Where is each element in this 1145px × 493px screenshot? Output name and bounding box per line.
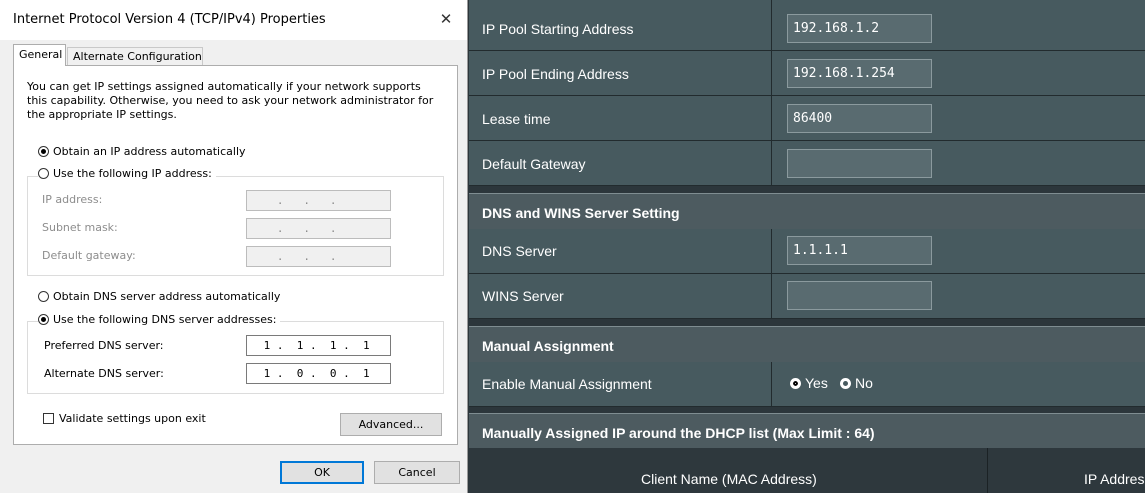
ipv4-properties-dialog: Internet Protocol Version 4 (TCP/IPv4) P… xyxy=(0,0,468,493)
subnet-mask-label: Subnet mask: xyxy=(42,221,118,234)
row-divider xyxy=(771,51,772,95)
manual-list-section-header: Manually Assigned IP around the DHCP lis… xyxy=(469,413,1145,452)
row-label: WINS Server xyxy=(482,288,564,304)
radio-use-following-dns[interactable]: Use the following DNS server addresses: xyxy=(38,313,281,327)
radio-label: Use the following DNS server addresses: xyxy=(53,313,277,326)
radio-use-following-ip[interactable]: Use the following IP address: xyxy=(38,167,216,181)
ip-address-input[interactable]: . . . xyxy=(246,190,391,211)
preferred-dns-label: Preferred DNS server: xyxy=(44,339,164,352)
radio-label: Yes xyxy=(805,375,828,391)
preferred-dns-input[interactable]: 1 . 1 . 1 . 1 xyxy=(246,335,391,356)
radio-obtain-dns-auto[interactable]: Obtain DNS server address automatically xyxy=(38,290,280,304)
row-label: DNS Server xyxy=(482,243,557,259)
cancel-button[interactable]: Cancel xyxy=(374,461,460,484)
dns-wins-section-header: DNS and WINS Server Setting xyxy=(469,193,1145,232)
radio-unselected-icon xyxy=(38,168,49,179)
radio-label: No xyxy=(855,375,873,391)
router-dhcp-panel: IP Pool Starting Address 192.168.1.2 IP … xyxy=(469,0,1145,493)
dialog-title: Internet Protocol Version 4 (TCP/IPv4) P… xyxy=(13,12,326,27)
radio-label: Use the following IP address: xyxy=(53,167,212,180)
wins-server-input[interactable] xyxy=(787,281,932,310)
radio-manual-no[interactable]: No xyxy=(840,375,873,391)
radio-unselected-icon xyxy=(840,378,851,389)
ok-button[interactable]: OK xyxy=(280,461,364,484)
default-gateway-label: Default gateway: xyxy=(42,249,136,262)
column-header-ip-address: IP Address xyxy=(1084,471,1145,487)
row-label: IP Pool Ending Address xyxy=(482,66,629,82)
section-title: Manual Assignment xyxy=(482,338,614,354)
column-header-client-name: Client Name (MAC Address) xyxy=(641,471,817,487)
row-ip-pool-start: IP Pool Starting Address 192.168.1.2 xyxy=(469,0,1145,51)
radio-selected-icon xyxy=(790,378,801,389)
ip-address-label: IP address: xyxy=(42,193,103,206)
radio-obtain-ip-auto[interactable]: Obtain an IP address automatically xyxy=(38,145,246,159)
radio-selected-icon xyxy=(38,146,49,157)
dialog-titlebar: Internet Protocol Version 4 (TCP/IPv4) P… xyxy=(0,0,467,40)
assigned-ip-table-header: Client Name (MAC Address) IP Address xyxy=(469,448,1145,493)
ip-pool-end-input[interactable]: 192.168.1.254 xyxy=(787,59,932,88)
row-ip-pool-end: IP Pool Ending Address 192.168.1.254 xyxy=(469,51,1145,96)
default-gateway-input[interactable] xyxy=(787,149,932,178)
row-divider xyxy=(771,274,772,318)
row-divider xyxy=(771,362,772,406)
row-lease-time: Lease time 86400 xyxy=(469,96,1145,141)
radio-unselected-icon xyxy=(38,291,49,302)
section-title: DNS and WINS Server Setting xyxy=(482,205,680,221)
dns-server-input[interactable]: 1.1.1.1 xyxy=(787,236,932,265)
radio-selected-icon xyxy=(38,314,49,325)
row-default-gateway: Default Gateway xyxy=(469,141,1145,186)
row-label: Enable Manual Assignment xyxy=(482,376,652,392)
row-divider xyxy=(771,0,772,50)
row-divider xyxy=(771,229,772,273)
alternate-dns-input[interactable]: 1 . 0 . 0 . 1 xyxy=(246,363,391,384)
subnet-mask-input[interactable]: . . . xyxy=(246,218,391,239)
manual-assignment-section-header: Manual Assignment xyxy=(469,326,1145,365)
row-label: IP Pool Starting Address xyxy=(482,21,634,37)
validate-settings-checkbox[interactable]: Validate settings upon exit xyxy=(43,412,206,426)
column-divider xyxy=(987,448,988,493)
default-gateway-input[interactable]: . . . xyxy=(246,246,391,267)
row-dns-server: DNS Server 1.1.1.1 xyxy=(469,229,1145,274)
radio-label: Obtain DNS server address automatically xyxy=(53,290,281,303)
section-title: Manually Assigned IP around the DHCP lis… xyxy=(482,425,875,441)
intro-text: You can get IP settings assigned automat… xyxy=(27,80,434,121)
alternate-dns-label: Alternate DNS server: xyxy=(44,367,164,380)
radio-label: Obtain an IP address automatically xyxy=(53,145,246,158)
close-icon[interactable]: ✕ xyxy=(436,9,456,29)
row-divider xyxy=(771,96,772,140)
radio-manual-yes[interactable]: Yes xyxy=(790,375,828,391)
row-enable-manual-assignment: Enable Manual Assignment Yes No xyxy=(469,362,1145,407)
checkbox-unchecked-icon xyxy=(43,413,54,424)
row-label: Default Gateway xyxy=(482,156,586,172)
row-wins-server: WINS Server xyxy=(469,274,1145,319)
lease-time-input[interactable]: 86400 xyxy=(787,104,932,133)
row-label: Lease time xyxy=(482,111,551,127)
ip-pool-start-input[interactable]: 192.168.1.2 xyxy=(787,14,932,43)
row-divider xyxy=(771,141,772,185)
tab-general[interactable]: General xyxy=(13,44,66,66)
tab-alternate-configuration[interactable]: Alternate Configuration xyxy=(67,47,203,65)
checkbox-label: Validate settings upon exit xyxy=(59,412,206,425)
advanced-button[interactable]: Advanced... xyxy=(340,413,442,436)
